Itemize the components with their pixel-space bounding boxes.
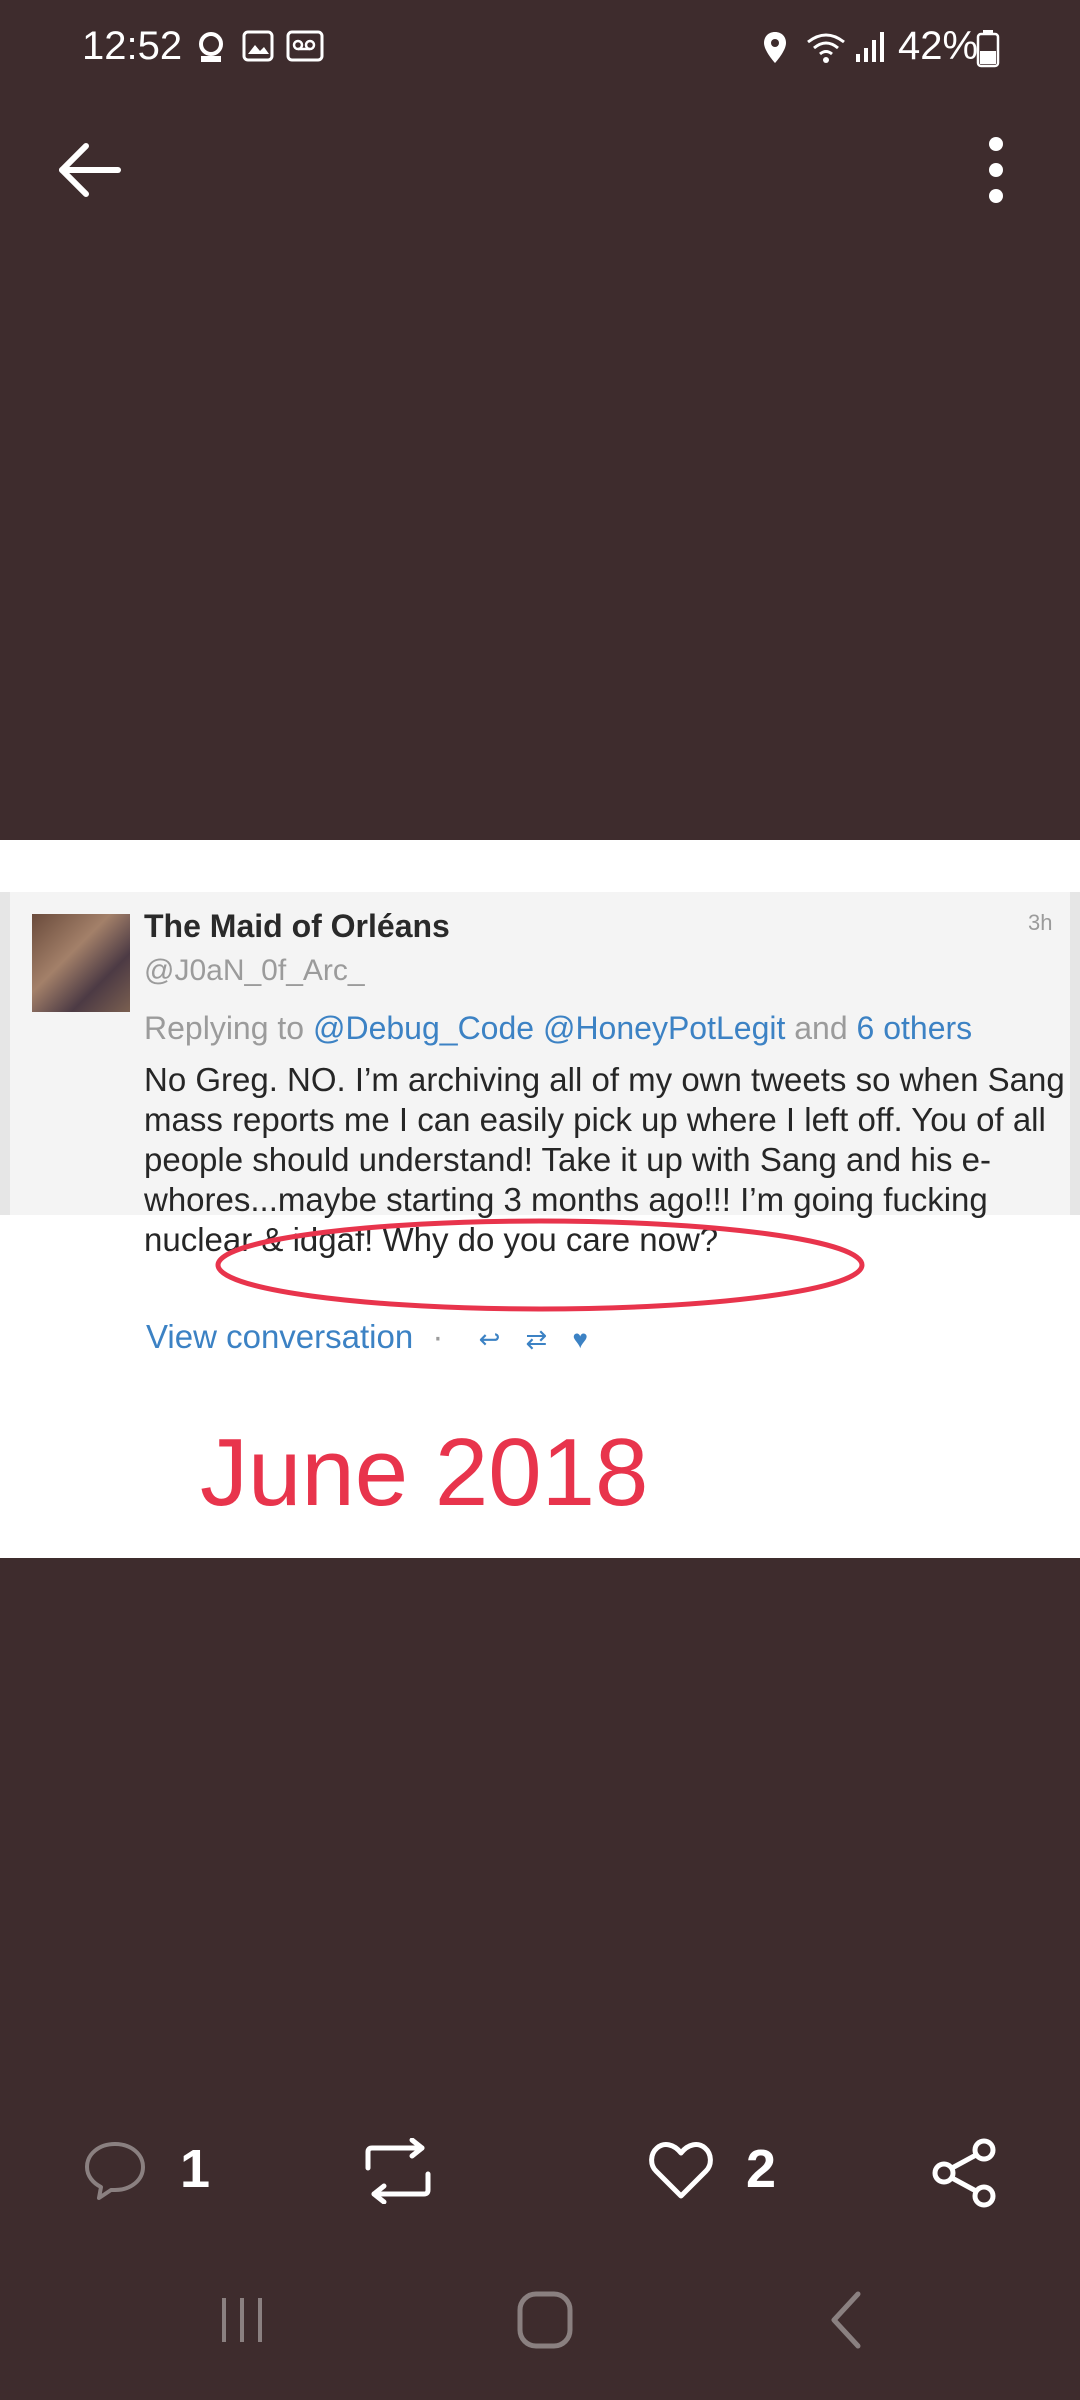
repost-button[interactable] xyxy=(360,2130,436,2210)
comment-button[interactable]: 1 xyxy=(82,2130,222,2210)
battery-percentage: 42% xyxy=(898,24,979,68)
like-button[interactable]: 2 xyxy=(648,2130,788,2210)
retweet-icon: ⇄ xyxy=(525,1324,548,1354)
reply-others: 6 others xyxy=(856,1010,973,1046)
like-count: 2 xyxy=(746,2139,777,2199)
date-caption: June 2018 xyxy=(200,1419,649,1526)
reply-and: and xyxy=(794,1010,848,1046)
top-app-bar xyxy=(0,110,1080,230)
location-icon xyxy=(764,32,786,63)
recent-apps-button[interactable] xyxy=(202,2290,282,2350)
reply-mention-2: @HoneyPotLegit xyxy=(542,1010,786,1046)
notification-icon xyxy=(199,32,223,62)
tweet-actions-row: View conversation · ↩ ⇄ ♥ xyxy=(146,1318,588,1356)
share-icon xyxy=(932,2138,996,2208)
repost-icon xyxy=(365,2138,431,2204)
avatar xyxy=(32,914,130,1012)
share-button[interactable] xyxy=(930,2130,1000,2210)
back-button[interactable] xyxy=(50,130,130,210)
gallery-icon xyxy=(242,30,274,62)
comment-icon xyxy=(85,2142,145,2200)
tweet-reply-line: Replying to @Debug_Code @HoneyPotLegit a… xyxy=(144,1010,972,1047)
post-image[interactable]: The Maid of Orléans @J0aN_0f_Arc_ 3h Rep… xyxy=(0,840,1080,1558)
more-options-button[interactable] xyxy=(960,130,1030,210)
reply-icon: ↩ xyxy=(478,1324,501,1354)
recent-apps-icon xyxy=(222,2298,262,2342)
tweet-timestamp: 3h xyxy=(1028,910,1053,935)
reply-mention-1: @Debug_Code xyxy=(312,1010,535,1046)
status-bar: 12:52 42% xyxy=(0,0,1080,100)
reply-prefix: Replying to xyxy=(144,1010,305,1046)
heart-icon: ♥ xyxy=(572,1324,588,1354)
post-actions-bar: 1 2 xyxy=(0,2130,1080,2210)
separator-dot: · xyxy=(432,1318,444,1355)
heart-outline-icon xyxy=(649,2142,713,2199)
view-conversation-link: View conversation xyxy=(146,1318,414,1355)
system-back-button[interactable] xyxy=(806,2290,886,2350)
home-icon xyxy=(517,2291,573,2349)
signal-icon xyxy=(856,32,884,62)
comment-count: 1 xyxy=(180,2139,211,2199)
home-button[interactable] xyxy=(505,2290,585,2350)
tweet-author-name: The Maid of Orléans xyxy=(144,908,450,944)
status-time: 12:52 xyxy=(82,24,183,68)
arrow-left-icon xyxy=(59,143,121,197)
chevron-left-icon xyxy=(831,2291,861,2349)
voicemail-icon xyxy=(286,30,324,62)
tweet-author-handle: @J0aN_0f_Arc_ xyxy=(144,954,365,987)
embedded-tweet: The Maid of Orléans @J0aN_0f_Arc_ 3h Rep… xyxy=(0,892,1080,1258)
battery-icon xyxy=(976,30,1000,68)
more-vertical-icon xyxy=(989,137,1003,203)
system-nav-bar xyxy=(0,2270,1080,2370)
tweet-text: No Greg. NO. I’m archiving all of my own… xyxy=(144,1061,1065,1258)
wifi-icon xyxy=(807,33,845,63)
